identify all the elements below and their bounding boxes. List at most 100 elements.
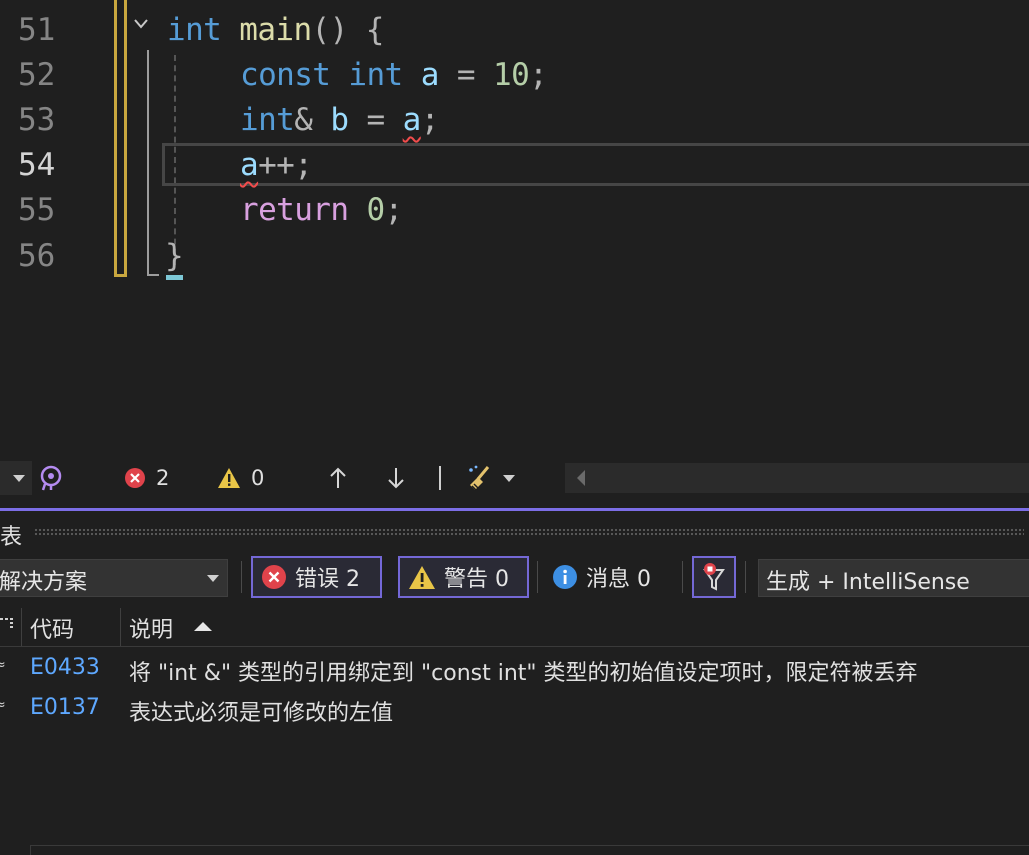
code-line-53[interactable]: 53 int& b = a; xyxy=(0,98,1029,143)
line-number: 53 xyxy=(18,102,56,138)
toolbar-separator xyxy=(745,561,746,593)
toolbar-separator xyxy=(439,466,441,490)
arrow-down-icon xyxy=(388,468,404,489)
scroll-left-icon[interactable] xyxy=(574,468,588,488)
error-row[interactable]: ≈ E0137 表达式必须是可修改的左值 xyxy=(0,689,1029,729)
previous-issue-button[interactable] xyxy=(328,461,348,495)
error-squiggle-a[interactable]: a xyxy=(240,147,259,183)
keyword-int: int xyxy=(348,57,403,93)
filter-options-button[interactable] xyxy=(692,556,736,598)
code-line-56[interactable]: 56 } xyxy=(0,234,1029,279)
warning-icon xyxy=(409,565,435,589)
intellicode-button[interactable] xyxy=(37,461,65,495)
chevron-down-icon xyxy=(207,575,219,582)
code-line-55[interactable]: 55 return 0; xyxy=(0,188,1029,233)
operator: = xyxy=(366,102,386,138)
line-number: 56 xyxy=(18,238,56,274)
chevron-down-icon xyxy=(13,475,25,482)
line-number: 51 xyxy=(18,12,56,48)
parens: () xyxy=(311,12,349,48)
error-description: 表达式必须是可修改的左值 xyxy=(129,701,394,726)
next-issue-button[interactable] xyxy=(386,461,406,495)
operator: = xyxy=(456,57,476,93)
code-text[interactable]: a++; xyxy=(240,143,313,188)
keyword-int: int xyxy=(167,12,222,48)
brain-icon xyxy=(40,465,62,491)
open-brace: { xyxy=(365,12,385,48)
code-text[interactable]: return 0; xyxy=(240,188,403,233)
chevron-down-icon xyxy=(503,475,515,482)
error-row[interactable]: ≈ E0433 将 "int &" 类型的引用绑定到 "const int" 类… xyxy=(0,649,1029,689)
messages-filter-label: 消息 0 xyxy=(586,567,651,592)
code-line-54[interactable]: 54 a++; xyxy=(0,143,1029,188)
error-count: 2 xyxy=(156,466,170,490)
warning-count: 0 xyxy=(251,466,265,490)
error-list-panel: 表 解决方案 错误 2 警告 0 消息 0 生成 + IntelliSense … xyxy=(0,511,1029,855)
column-options-icon[interactable] xyxy=(0,616,14,630)
number-literal: 10 xyxy=(493,57,530,93)
error-description: 将 "int &" 类型的引用绑定到 "const int" 类型的初始值设定项… xyxy=(129,661,918,686)
broom-icon xyxy=(469,465,490,491)
toolbar-separator xyxy=(241,561,242,593)
info-icon xyxy=(553,565,577,589)
keyword-const: const xyxy=(240,57,331,93)
semicolon: ; xyxy=(420,102,440,138)
code-line-51[interactable]: 51 int main() { xyxy=(0,8,1029,53)
semicolon: ; xyxy=(384,192,404,228)
zoom-dropdown[interactable] xyxy=(0,461,32,495)
error-icon xyxy=(262,565,286,589)
warning-count-button[interactable]: 0 xyxy=(217,461,264,495)
column-divider[interactable] xyxy=(120,608,121,646)
code-line-52[interactable]: 52 const int a = 10; xyxy=(0,53,1029,98)
code-editor[interactable]: 51 int main() { 52 const int a = 10; 53 … xyxy=(0,0,1029,460)
panel-drag-grip[interactable] xyxy=(34,528,1024,536)
line-number: 54 xyxy=(18,147,56,183)
line-number: 52 xyxy=(18,57,56,93)
warning-icon xyxy=(218,468,240,488)
code-text[interactable]: int& b = a; xyxy=(240,98,439,143)
toolbar-separator xyxy=(682,561,683,593)
warnings-filter-button[interactable]: 警告 0 xyxy=(398,556,529,598)
code-text[interactable]: int main() { xyxy=(167,8,384,53)
intellisense-error-icon: ≈ xyxy=(0,657,6,673)
errors-filter-button[interactable]: 错误 2 xyxy=(251,556,382,598)
increment-operator: ++; xyxy=(258,147,313,183)
function-name: main xyxy=(239,12,312,48)
source-dropdown[interactable]: 生成 + IntelliSense xyxy=(758,559,1029,597)
code-text[interactable]: const int a = 10; xyxy=(240,53,548,98)
code-text[interactable]: } xyxy=(165,234,184,279)
error-squiggle-a[interactable]: a xyxy=(403,102,422,138)
sort-ascending-icon[interactable] xyxy=(193,621,213,633)
errors-filter-label: 错误 2 xyxy=(295,567,360,592)
filter-icon xyxy=(703,563,725,591)
error-code-link[interactable]: E0137 xyxy=(30,695,100,720)
variable-b: b xyxy=(330,102,349,138)
column-header-row: 代码 说明 xyxy=(0,608,1029,647)
code-cleanup-button[interactable] xyxy=(466,461,516,495)
arrow-up-icon xyxy=(330,467,346,488)
line-number: 55 xyxy=(18,192,56,228)
error-icon xyxy=(125,468,145,488)
keyword-int: int xyxy=(240,102,295,138)
messages-filter-button[interactable]: 消息 0 xyxy=(544,556,672,598)
source-label: 生成 + IntelliSense xyxy=(766,570,970,595)
variable-a: a xyxy=(420,57,440,93)
semicolon: ; xyxy=(529,57,548,93)
error-count-button[interactable]: 2 xyxy=(124,461,169,495)
panel-title: 表 xyxy=(0,525,23,550)
warnings-filter-label: 警告 0 xyxy=(444,567,509,592)
intellisense-error-icon: ≈ xyxy=(0,697,6,713)
number-literal: 0 xyxy=(366,192,385,228)
brace-match-marker xyxy=(166,275,183,280)
keyword-return: return xyxy=(240,192,349,228)
close-brace: } xyxy=(165,238,184,274)
column-divider[interactable] xyxy=(21,608,22,646)
error-code-link[interactable]: E0433 xyxy=(30,655,100,680)
reference-operator: & xyxy=(294,102,313,138)
toolbar-separator xyxy=(537,561,538,593)
horizontal-scrollbar[interactable] xyxy=(565,463,1029,493)
scope-dropdown[interactable]: 解决方案 xyxy=(0,559,228,597)
column-header-code[interactable]: 代码 xyxy=(30,612,74,644)
scope-label: 解决方案 xyxy=(0,570,88,595)
column-header-description[interactable]: 说明 xyxy=(129,612,173,644)
